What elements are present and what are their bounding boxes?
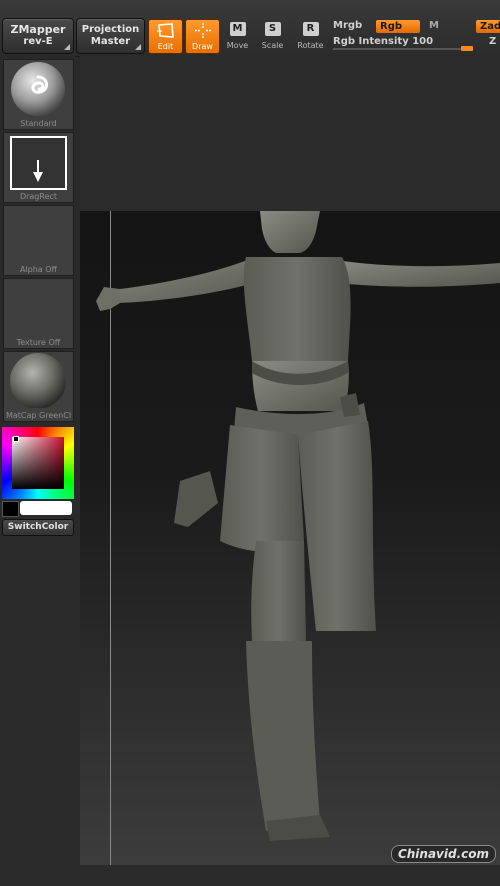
rgb-intensity-slider[interactable] — [333, 48, 473, 50]
arrow-down-icon — [33, 160, 43, 182]
brush-standard-icon — [11, 62, 65, 116]
mrgb-button[interactable]: Mrgb — [333, 20, 362, 31]
texture-slot[interactable]: Texture Off — [3, 278, 74, 349]
brush-slot-label: Standard — [20, 119, 57, 128]
zmapper-label: ZMapper — [10, 23, 66, 36]
material-slot-label: MatCap GreenCl — [5, 411, 72, 420]
projection-master-button[interactable]: Projection Master — [76, 18, 145, 54]
brush-slot[interactable]: Standard — [3, 59, 74, 130]
popup-corner-icon — [135, 44, 141, 50]
switch-color-button[interactable]: SwitchColor — [2, 519, 74, 536]
rgb-intensity-value: 100 — [412, 36, 434, 47]
scale-button[interactable]: S Scale — [256, 19, 289, 52]
edit-button[interactable]: Edit — [148, 19, 183, 54]
rotate-label: Rotate — [297, 41, 324, 50]
color-cursor-icon — [13, 436, 19, 442]
move-label: Move — [226, 41, 249, 50]
edit-icon — [156, 23, 174, 38]
main-color-swatch[interactable] — [20, 501, 72, 515]
sculpt-model[interactable] — [80, 211, 500, 865]
draw-icon — [194, 23, 211, 38]
rgb-intensity-name: Intensity — [358, 36, 409, 47]
rgb-intensity-label: Rgb Intensity 100 — [333, 36, 433, 47]
left-shelf: Standard DragRect Alpha Off Texture Off … — [0, 56, 76, 886]
texture-slot-label: Texture Off — [16, 338, 61, 347]
alpha-slot-label: Alpha Off — [19, 265, 58, 274]
m-button[interactable]: M — [429, 20, 439, 31]
rgb-intensity-slider-handle[interactable] — [461, 46, 473, 51]
rotate-button[interactable]: R Rotate — [294, 19, 327, 52]
popup-corner-icon — [64, 44, 70, 50]
scale-label: Scale — [261, 41, 284, 50]
scale-key-icon: S — [260, 22, 281, 36]
zmapper-button[interactable]: ZMapper rev-E — [2, 18, 74, 54]
alpha-slot[interactable]: Alpha Off — [3, 205, 74, 276]
stroke-slot-label: DragRect — [19, 192, 58, 201]
rgb-intensity-prefix: Rgb — [333, 36, 356, 47]
edit-label: Edit — [157, 42, 174, 51]
stroke-slot[interactable]: DragRect — [3, 132, 74, 203]
move-key-icon: M — [225, 22, 246, 36]
matcap-sphere-icon — [10, 353, 66, 409]
material-slot[interactable]: MatCap GreenCl — [3, 351, 74, 422]
projection-label: Projection — [81, 24, 140, 35]
document-background — [80, 56, 500, 211]
z-intensity-label: Z — [489, 36, 497, 47]
zadd-button[interactable]: Zadd — [476, 20, 500, 33]
viewport-canvas[interactable]: Chinavid.com — [80, 211, 500, 865]
secondary-color-swatch[interactable] — [2, 501, 19, 517]
rotate-key-icon: R — [298, 22, 319, 36]
watermark: Chinavid.com — [390, 845, 496, 863]
top-toolbar: ZMapper rev-E Projection Master Edit Dra… — [0, 0, 500, 57]
saturation-value-square[interactable] — [12, 437, 64, 489]
draw-button[interactable]: Draw — [185, 19, 220, 54]
draw-label: Draw — [192, 42, 213, 51]
zmapper-version: rev-E — [23, 36, 53, 47]
dragrect-stroke-icon — [10, 136, 67, 190]
master-label: Master — [90, 36, 131, 47]
move-button[interactable]: M Move — [221, 19, 254, 52]
rgb-button[interactable]: Rgb — [376, 20, 420, 33]
